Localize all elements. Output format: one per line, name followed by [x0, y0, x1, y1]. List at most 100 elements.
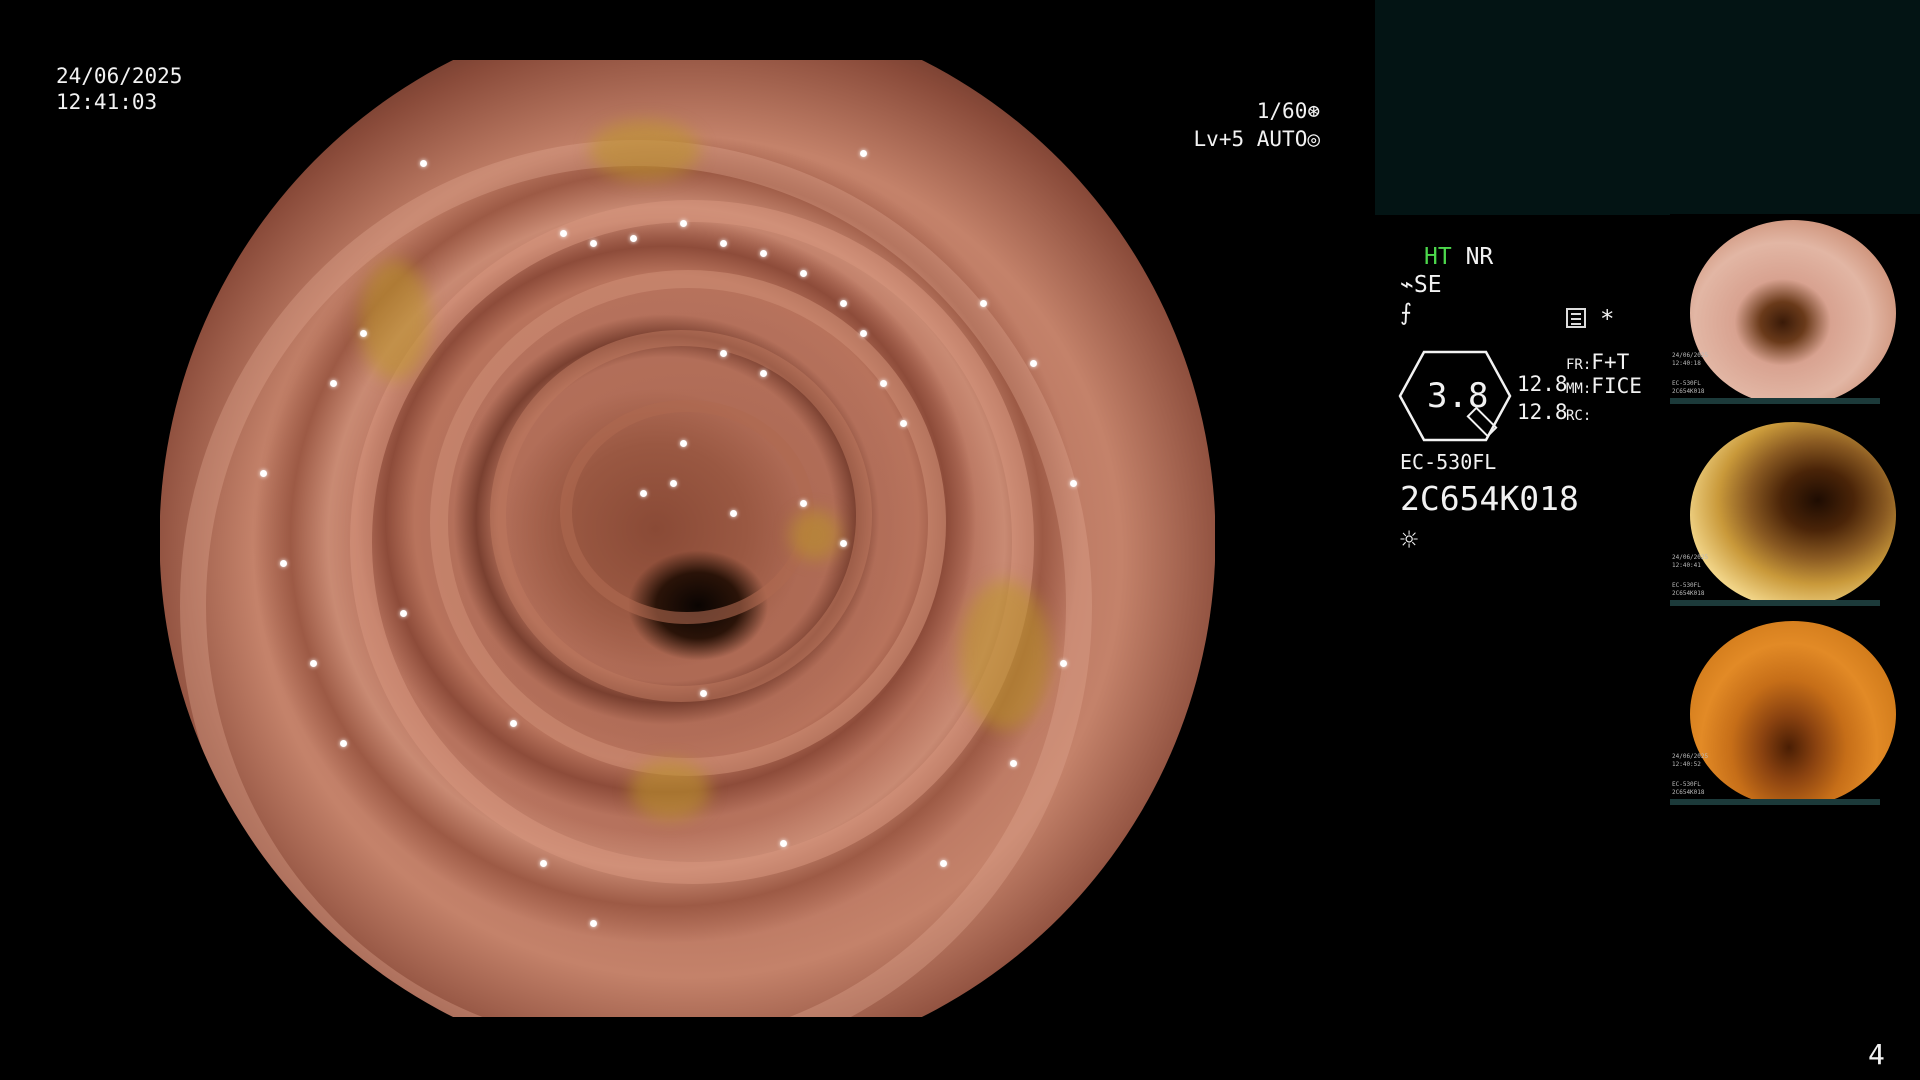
highlight: [420, 160, 427, 167]
iris-mode-value: AUTO: [1256, 127, 1308, 151]
side-panel: [1375, 0, 1920, 215]
highlight: [860, 330, 867, 337]
thumbnail-serial: 2C654K018: [1672, 789, 1705, 796]
thumbnail-model: EC-530FL: [1672, 781, 1701, 788]
scope-serial: 2C654K018: [1400, 479, 1579, 518]
thumbnail-3[interactable]: 24/06/2025 12:40:52 EC-530FL 2C654K018: [1670, 615, 1920, 805]
list-icon: [1566, 308, 1586, 328]
rc-row: RC:: [1566, 400, 1591, 429]
scope-edge-icon: ⌁: [1400, 272, 1414, 298]
shutter-value: 1/60: [1256, 99, 1308, 123]
highlight: [980, 300, 987, 307]
iris-icon: ◎: [1307, 127, 1320, 151]
highlight: [670, 480, 677, 487]
thumbnail-strip: [1670, 600, 1880, 606]
highlight: [1060, 660, 1067, 667]
thumbnail-time: 12:40:18: [1672, 360, 1701, 367]
mode-row: HT NR: [1400, 244, 1493, 270]
highlight: [730, 510, 737, 517]
thumbnail-date: 24/06/2025: [1672, 554, 1709, 561]
thumbnail-1[interactable]: 24/06/2025 12:40:18 EC-530FL 2C654K018: [1670, 214, 1920, 404]
thumbnail-date: 24/06/2025: [1672, 753, 1709, 760]
endoscope-view: [160, 60, 1215, 1017]
highlight: [760, 250, 767, 257]
thumbnail-serial: 2C654K018: [1672, 590, 1705, 597]
bile-stain: [360, 260, 430, 380]
thumbnail-image: [1690, 220, 1896, 404]
highlight: [940, 860, 947, 867]
highlight: [720, 350, 727, 357]
nr-label: NR: [1465, 244, 1494, 270]
aperture-icon: ⊛: [1307, 99, 1320, 123]
highlight: [880, 380, 887, 387]
thumbnail-strip: [1670, 799, 1880, 805]
thumbnail-date: 24/06/2025: [1672, 352, 1709, 359]
time-text: 12:41:03: [56, 90, 158, 114]
mm-value: FICE: [1591, 374, 1642, 398]
highlight: [340, 740, 347, 747]
scope-model: EC-530FL: [1400, 450, 1497, 474]
highlight: [330, 380, 337, 387]
highlight: [800, 500, 807, 507]
thumbnail-model: EC-530FL: [1672, 380, 1701, 387]
mucosal-fold: [180, 140, 1092, 1017]
highlight: [560, 230, 567, 237]
zoom-value: 3.8: [1427, 376, 1489, 416]
bile-stain: [590, 120, 700, 180]
se-row: ⌁SE: [1400, 272, 1493, 298]
highlight: [780, 840, 787, 847]
value-top: 12.8: [1517, 372, 1568, 396]
highlight: [680, 220, 687, 227]
thumbnail-time: 12:40:41: [1672, 562, 1701, 569]
page-number: 4: [1868, 1038, 1885, 1071]
asterisk-mark: *: [1600, 305, 1615, 333]
bile-stain: [790, 510, 840, 560]
value-bottom: 12.8: [1517, 400, 1568, 424]
highlight: [310, 660, 317, 667]
bile-stain: [630, 760, 710, 820]
se-label: SE: [1413, 272, 1442, 298]
highlight: [1070, 480, 1077, 487]
highlight: [510, 720, 517, 727]
shutter-row: 1/60⊛: [1170, 98, 1320, 124]
thumbnail-time: 12:40:52: [1672, 761, 1701, 768]
highlight: [680, 440, 687, 447]
thumbnail-2[interactable]: 24/06/2025 12:40:41 EC-530FL 2C654K018: [1670, 416, 1920, 606]
highlight: [860, 150, 867, 157]
highlight: [900, 420, 907, 427]
thumbnail-strip: [1670, 398, 1880, 404]
mm-row: MM:FICE: [1566, 373, 1642, 402]
function-row: ⨍: [1400, 300, 1493, 326]
highlight: [1010, 760, 1017, 767]
status-block: HT NR ⌁SE ⨍: [1400, 244, 1493, 326]
mm-label: MM:: [1566, 381, 1592, 397]
highlight: [400, 610, 407, 617]
highlight: [1030, 360, 1037, 367]
highlight: [630, 235, 637, 242]
thumbnail-serial: 2C654K018: [1672, 388, 1705, 395]
thumbnail-model: EC-530FL: [1672, 582, 1701, 589]
highlight: [760, 370, 767, 377]
rc-label: RC:: [1566, 408, 1592, 424]
highlight: [640, 490, 647, 497]
highlight: [840, 540, 847, 547]
highlight: [700, 690, 707, 697]
date-time: 24/06/2025 12:41:03: [56, 63, 182, 115]
ht-label: HT: [1424, 244, 1452, 270]
level-row: Lv+5 AUTO◎: [1170, 126, 1320, 152]
light-icon: ☼: [1400, 523, 1419, 558]
highlight: [540, 860, 547, 867]
thumbnail-image: [1690, 621, 1896, 805]
highlight: [360, 330, 367, 337]
thumbnail-image: [1690, 422, 1896, 606]
fr-value: F+T: [1591, 350, 1630, 374]
bile-stain: [960, 580, 1050, 730]
highlight: [260, 470, 267, 477]
highlight: [590, 920, 597, 927]
highlight: [590, 240, 597, 247]
date-text: 24/06/2025: [56, 64, 183, 88]
highlight: [840, 300, 847, 307]
fr-label: FR:: [1566, 357, 1592, 373]
function-icon: ⨍: [1400, 300, 1412, 326]
exposure-info: 1/60⊛ Lv+5 AUTO◎: [1170, 98, 1320, 152]
